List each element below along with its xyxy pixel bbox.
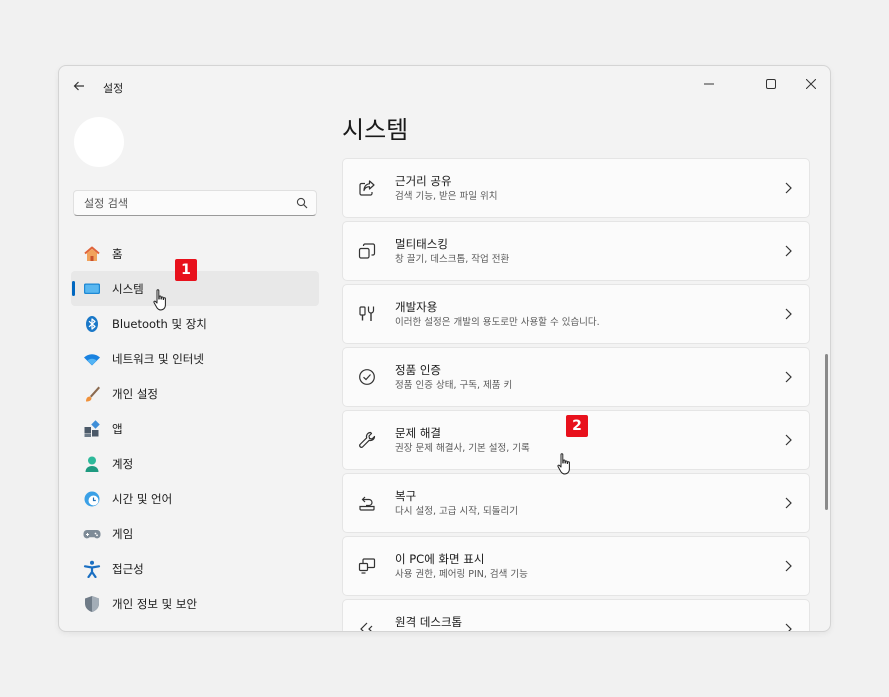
minimize-icon bbox=[704, 83, 714, 85]
sidebar-item-time-language[interactable]: 시간 및 언어 bbox=[71, 481, 319, 516]
setting-card-activation[interactable]: 정품 인증 정품 인증 상태, 구독, 제품 키 bbox=[342, 347, 810, 407]
card-title: 문제 해결 bbox=[395, 426, 441, 440]
sidebar-item-label: 게임 bbox=[112, 526, 134, 541]
chevron-right-icon bbox=[785, 182, 792, 194]
multitask-icon bbox=[358, 243, 376, 259]
sidebar-item-label: 시스템 bbox=[112, 281, 144, 296]
annotation-badge-2: 2 bbox=[566, 415, 588, 437]
bluetooth-icon bbox=[86, 315, 98, 332]
recovery-icon bbox=[359, 496, 375, 511]
share-icon bbox=[359, 180, 375, 196]
wrench-icon bbox=[359, 431, 376, 448]
card-subtitle: 다시 설정, 고급 시작, 되돌리기 bbox=[395, 506, 518, 517]
sidebar-item-accounts[interactable]: 계정 bbox=[71, 446, 319, 481]
chevron-right-icon bbox=[785, 371, 792, 383]
back-arrow-icon bbox=[73, 81, 84, 91]
sidebar-nav: 홈 시스템 Bluetooth 및 장치 네트워크 및 인터넷 개인 설정 앱 … bbox=[71, 236, 319, 621]
chevron-right-icon bbox=[785, 245, 792, 257]
setting-card-multitasking[interactable]: 멀티태스킹 창 끌기, 데스크톱, 작업 전환 bbox=[342, 221, 810, 281]
sidebar-item-label: 홈 bbox=[112, 246, 123, 261]
maximize-icon bbox=[766, 79, 776, 89]
hand-cursor-icon bbox=[557, 453, 570, 475]
close-icon bbox=[806, 79, 816, 89]
card-subtitle: 창 끌기, 데스크톱, 작업 전환 bbox=[395, 254, 510, 265]
setting-card-remote-desktop[interactable]: 원격 데스크톱 bbox=[342, 599, 810, 631]
project-to-pc-icon bbox=[358, 558, 376, 574]
setting-card-project-to-pc[interactable]: 이 PC에 화면 표시 사용 권한, 페어링 PIN, 검색 기능 bbox=[342, 536, 810, 596]
card-subtitle: 검색 기능, 받은 파일 위치 bbox=[395, 191, 498, 202]
card-title: 개발자용 bbox=[395, 300, 438, 314]
sidebar-item-accessibility[interactable]: 접근성 bbox=[71, 551, 319, 586]
hand-cursor-icon bbox=[153, 289, 166, 311]
chevron-right-icon bbox=[785, 497, 792, 509]
close-button[interactable] bbox=[791, 70, 830, 98]
card-subtitle: 이러한 설정은 개발의 용도로만 사용할 수 있습니다. bbox=[395, 317, 600, 328]
card-title: 멀티태스킹 bbox=[395, 237, 448, 251]
card-title: 정품 인증 bbox=[395, 363, 441, 377]
user-avatar[interactable] bbox=[74, 117, 124, 167]
card-title: 복구 bbox=[395, 489, 417, 503]
apps-icon bbox=[84, 419, 100, 437]
account-icon bbox=[85, 456, 99, 472]
home-icon bbox=[84, 246, 100, 261]
remote-desktop-icon bbox=[360, 622, 373, 631]
sidebar-item-personalization[interactable]: 개인 설정 bbox=[71, 376, 319, 411]
chevron-right-icon bbox=[785, 623, 792, 631]
clock-globe-icon bbox=[84, 491, 100, 506]
sidebar-item-privacy[interactable]: 개인 정보 및 보안 bbox=[71, 586, 319, 621]
sidebar-item-apps[interactable]: 앱 bbox=[71, 411, 319, 446]
card-subtitle: 정품 인증 상태, 구독, 제품 키 bbox=[395, 380, 513, 391]
card-subtitle: 사용 권한, 페어링 PIN, 검색 기능 bbox=[395, 569, 528, 580]
annotation-badge-1: 1 bbox=[175, 259, 197, 281]
shield-icon bbox=[85, 595, 99, 612]
settings-search-box[interactable] bbox=[73, 190, 317, 216]
card-title: 이 PC에 화면 표시 bbox=[395, 552, 485, 566]
brush-icon bbox=[86, 386, 100, 401]
scrollbar-thumb[interactable] bbox=[825, 354, 828, 510]
sidebar-item-label: 계정 bbox=[112, 456, 134, 471]
minimize-button[interactable] bbox=[689, 70, 729, 98]
wifi-icon bbox=[84, 353, 100, 365]
sidebar-item-label: 개인 정보 및 보안 bbox=[112, 596, 198, 611]
sidebar-item-label: 개인 설정 bbox=[112, 386, 158, 401]
card-subtitle: 권장 문제 해결사, 기본 설정, 기록 bbox=[395, 443, 530, 454]
chevron-right-icon bbox=[785, 434, 792, 446]
search-input[interactable] bbox=[84, 196, 296, 210]
system-icon bbox=[84, 283, 100, 294]
accessibility-icon bbox=[83, 560, 101, 578]
settings-window: 설정 홈 bbox=[58, 65, 831, 632]
chevron-right-icon bbox=[785, 308, 792, 320]
developer-tools-icon bbox=[359, 306, 375, 321]
check-circle-icon bbox=[359, 369, 375, 385]
sidebar-item-label: 앱 bbox=[112, 421, 123, 436]
sidebar-item-gaming[interactable]: 게임 bbox=[71, 516, 319, 551]
sidebar-item-bluetooth[interactable]: Bluetooth 및 장치 bbox=[71, 306, 319, 341]
sidebar-item-network[interactable]: 네트워크 및 인터넷 bbox=[71, 341, 319, 376]
settings-list: 근거리 공유 검색 기능, 받은 파일 위치 멀티태스킹 창 끌기, 데스크톱,… bbox=[342, 158, 810, 631]
setting-card-developers[interactable]: 개발자용 이러한 설정은 개발의 용도로만 사용할 수 있습니다. bbox=[342, 284, 810, 344]
back-button[interactable] bbox=[71, 78, 87, 94]
card-title: 근거리 공유 bbox=[395, 174, 452, 188]
maximize-button[interactable] bbox=[751, 70, 791, 98]
app-title: 설정 bbox=[103, 82, 124, 95]
sidebar-item-label: 접근성 bbox=[112, 561, 144, 576]
gamepad-icon bbox=[83, 529, 101, 538]
title-bar: 설정 bbox=[59, 66, 830, 106]
sidebar-item-label: Bluetooth 및 장치 bbox=[112, 316, 207, 331]
chevron-right-icon bbox=[785, 560, 792, 572]
setting-card-recovery[interactable]: 복구 다시 설정, 고급 시작, 되돌리기 bbox=[342, 473, 810, 533]
setting-card-nearby-sharing[interactable]: 근거리 공유 검색 기능, 받은 파일 위치 bbox=[342, 158, 810, 218]
sidebar-item-label: 시간 및 언어 bbox=[112, 491, 173, 506]
card-title: 원격 데스크톱 bbox=[395, 615, 463, 629]
sidebar-item-label: 네트워크 및 인터넷 bbox=[112, 351, 204, 366]
search-icon[interactable] bbox=[296, 197, 308, 209]
page-title: 시스템 bbox=[342, 116, 409, 144]
